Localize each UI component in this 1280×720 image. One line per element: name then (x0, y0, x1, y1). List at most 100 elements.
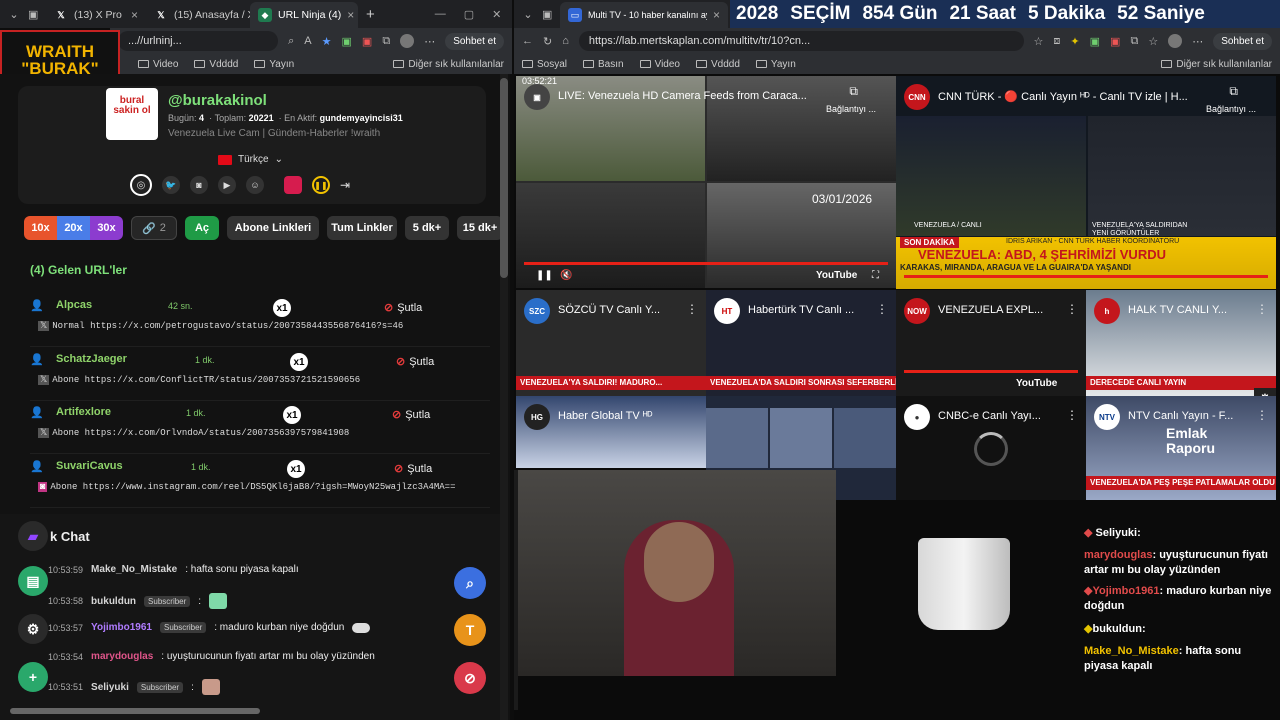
copy-link-icon[interactable]: ⧉ (849, 84, 858, 99)
split-screen-icon[interactable]: ⧉ (1130, 35, 1138, 48)
home-icon[interactable]: ⌂ (562, 35, 569, 47)
other-bookmarks[interactable]: Diğer sık kullanılanlar (393, 59, 504, 70)
bookmark-folder[interactable]: Video (639, 59, 680, 70)
youtube-icon[interactable]: ▶ (218, 176, 236, 194)
url-row[interactable]: 👤 Artifexlore 1 dk. x1 Şutla 𝕏Abone http… (30, 404, 490, 454)
fullscreen-icon[interactable]: ⛶ (872, 270, 879, 281)
extension-icon[interactable]: ▣ (362, 35, 372, 48)
play-icon[interactable]: ❚❚ (536, 270, 553, 281)
pause-icon[interactable]: ❚❚ (312, 176, 330, 194)
video-sozcu-tv[interactable]: SZC SÖZCÜ TV Canlı Y... ⋮ VENEZUELA'YA S… (516, 290, 706, 396)
subscriber-links-button[interactable]: Abone Linkleri (227, 216, 319, 240)
chat-user[interactable]: Seliyuki (91, 682, 129, 693)
speed-20x-button[interactable]: 20x (57, 216, 90, 240)
t-icon[interactable]: T (454, 614, 486, 646)
vertical-scrollbar[interactable] (514, 470, 518, 710)
extension-icon[interactable]: ▣ (1090, 35, 1100, 48)
bookmark-folder[interactable]: Yayın (254, 59, 294, 70)
tab-multi-tv[interactable]: ▭ Multi TV - 10 haber kanalını aynı a × (560, 2, 728, 28)
tab-menu-icon[interactable]: ⌄ (514, 8, 542, 21)
more-options-icon[interactable]: ⋮ (686, 302, 698, 316)
progress-bar[interactable] (904, 370, 1078, 373)
other-bookmarks[interactable]: Diğer sık kullanılanlar (1161, 59, 1272, 70)
more-options-icon[interactable]: ⋮ (1066, 408, 1078, 422)
video-venezuela-cams[interactable]: 03:52:21 ▣ LIVE: Venezuela HD Camera Fee… (516, 76, 896, 288)
tab-url-ninja[interactable]: ◆ URL Ninja (4) × (250, 2, 358, 28)
mute-icon[interactable]: 🔇 (560, 270, 572, 281)
bookmark-folder[interactable]: Video (138, 59, 178, 70)
extension-icon[interactable]: ✦ (1070, 35, 1079, 48)
chat-user[interactable]: Make_No_Mistake (91, 564, 177, 575)
more-options-icon[interactable]: ⋮ (1256, 302, 1268, 316)
copy-link-icon[interactable]: ⧉ (1229, 84, 1238, 99)
maximize-icon[interactable]: ▢ (464, 8, 474, 21)
extension-icon[interactable]: ▣ (1110, 35, 1120, 48)
more-menu-icon[interactable]: ⋯ (424, 35, 435, 48)
more-options-icon[interactable]: ⋮ (1066, 302, 1078, 316)
bookmark-folder[interactable]: Vdddd (696, 59, 740, 70)
url-row[interactable]: 👤 SchatzJaeger 1 dk. x1 Şutla 𝕏Abone htt… (30, 351, 490, 401)
tab-x-pro[interactable]: 𝕏 (13) X Pro × (46, 2, 146, 28)
favorite-star-icon[interactable]: ★ (322, 35, 332, 48)
more-menu-icon[interactable]: ⋯ (1192, 35, 1203, 48)
favorites-icon[interactable]: ☆ (1148, 35, 1158, 48)
record-button[interactable] (284, 176, 302, 194)
chat-app-icon[interactable]: ▤ (18, 566, 48, 596)
discord-icon[interactable]: ☺ (246, 176, 264, 194)
bookmark-folder[interactable]: Sosyal (522, 59, 567, 70)
profile-avatar[interactable] (1168, 34, 1183, 48)
video-halk-tv[interactable]: h HALK TV CANLI Y... ⋮ DERECEDE CANLI YA… (1086, 290, 1276, 396)
tab-x-anasayfa[interactable]: 𝕏 (15) Anasayfa / X × (146, 2, 250, 28)
profile-avatar[interactable] (400, 34, 415, 48)
close-tab-icon[interactable]: × (131, 8, 138, 22)
left-url-field[interactable]: ...//urlninj... (118, 31, 279, 51)
favorite-star-icon[interactable]: ☆ (1034, 35, 1044, 48)
video-ntv[interactable]: NTV NTV Canlı Yayın - F... ⋮ Emlak Rapor… (1086, 396, 1276, 500)
youtube-logo[interactable]: YouTube (1016, 378, 1057, 389)
language-select[interactable]: Türkçe ⌄ (218, 154, 283, 165)
kick-button[interactable]: Şutla (394, 462, 432, 475)
all-links-button[interactable]: Tum Linkler (327, 216, 397, 240)
chat-user[interactable]: Yojimbo1961 (91, 622, 152, 633)
remove-user-icon[interactable]: ⊘ (454, 662, 486, 694)
speed-10x-button[interactable]: 10x (24, 216, 57, 240)
twitch-icon[interactable]: ▰ (18, 521, 48, 551)
kick-button[interactable]: Şutla (396, 355, 434, 368)
link-count-field[interactable]: 🔗 2 (131, 216, 177, 240)
workspace-icon[interactable]: ▣ (542, 8, 560, 21)
workspace-icon[interactable]: ▣ (28, 8, 46, 21)
video-haber-global[interactable]: HG Haber Global TV ᴴᴰ (516, 396, 706, 468)
horizontal-scrollbar[interactable] (10, 708, 500, 716)
video-haberturk[interactable]: HT Habertürk TV Canlı ... ⋮ VENEZUELA'DA… (706, 290, 896, 396)
5min-filter-button[interactable]: 5 dk+ (405, 216, 449, 240)
tab-menu-icon[interactable]: ⌄ (0, 8, 28, 21)
logout-icon[interactable]: ⇥ (340, 178, 350, 192)
url-link[interactable]: 𝕏 Abone https://x.com/OrlvndoA/status/200… (38, 428, 349, 438)
more-options-icon[interactable]: ⋮ (876, 302, 888, 316)
right-url-field[interactable]: https://lab.mertskaplan.com/multitv/tr/1… (578, 31, 1024, 51)
search-icon[interactable]: ⌕ (454, 567, 486, 599)
add-user-icon[interactable]: + (18, 662, 48, 692)
progress-bar[interactable] (904, 275, 1268, 278)
close-window-icon[interactable]: ✕ (492, 8, 501, 21)
copilot-chat-button[interactable]: Sohbet et (445, 32, 504, 50)
scrollbar-thumb[interactable] (500, 78, 508, 278)
kick-button[interactable]: Şutla (392, 408, 430, 421)
15min-filter-button[interactable]: 15 dk+ (457, 216, 503, 240)
copilot-chat-button[interactable]: Sohbet et (1213, 32, 1272, 50)
twitter-icon[interactable]: 🐦 (162, 176, 180, 194)
profile-handle[interactable]: @burakakinol (168, 92, 267, 109)
chat-user[interactable]: bukuldun (91, 596, 136, 607)
settings-gear-icon[interactable]: ⚙ (18, 614, 48, 644)
back-icon[interactable]: ← (522, 35, 533, 47)
bookmark-folder[interactable]: Yayın (755, 59, 796, 70)
url-link[interactable]: 𝕏 Abone https://x.com/ConflictTR/status/2… (38, 375, 360, 385)
dribbble-icon[interactable]: ◎ (130, 174, 152, 196)
open-button[interactable]: Aç (185, 216, 219, 240)
reload-icon[interactable]: ↻ (543, 35, 552, 48)
scrollbar-thumb[interactable] (10, 708, 260, 714)
close-tab-icon[interactable]: × (347, 8, 354, 22)
bookmark-folder[interactable]: Basın (583, 59, 624, 70)
url-link[interactable]: 𝕏 Normal https://x.com/petrogustavo/statu… (38, 321, 403, 331)
video-cnbc-e[interactable]: ● CNBC-e Canlı Yayı... ⋮ (896, 396, 1086, 500)
